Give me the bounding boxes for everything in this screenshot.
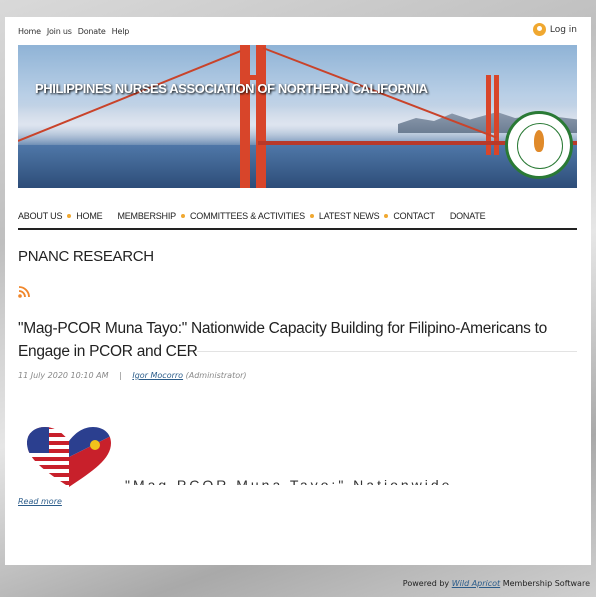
main-navigation: ABOUT US HOME MEMBERSHIP COMMITTEES & AC… — [18, 203, 577, 229]
seal-flame-icon — [534, 130, 544, 152]
top-link-join[interactable]: Join us — [47, 27, 72, 36]
page-title: PNANC RESEARCH — [18, 248, 154, 265]
nav-membership[interactable]: MEMBERSHIP — [117, 211, 176, 221]
association-seal-logo — [505, 111, 573, 179]
page-container: Home Join us Donate Help Log in PHILIPPI… — [5, 17, 591, 565]
nav-divider — [18, 228, 577, 230]
flag-heart-image — [27, 427, 111, 487]
meta-separator: | — [119, 371, 122, 380]
bridge-tower-crossbar — [240, 75, 266, 80]
nav-separator-dot — [67, 214, 72, 218]
nav-donate[interactable]: DONATE — [450, 211, 486, 221]
post-date: 11 July 2020 10:10 AM — [18, 371, 109, 380]
nav-home[interactable]: HOME — [76, 211, 102, 221]
bridge-tower-left-b — [256, 45, 266, 188]
top-link-donate[interactable]: Donate — [78, 27, 106, 36]
nav-separator-dot — [180, 214, 185, 218]
post-title-link[interactable]: "Mag-PCOR Muna Tayo:" Nationwide Capacit… — [18, 317, 578, 363]
bridge-tower-left — [240, 45, 250, 188]
top-utility-nav: Home Join us Donate Help — [18, 27, 129, 36]
post-author-link[interactable]: Igor Mocorro — [132, 371, 183, 380]
rss-feed-icon[interactable] — [18, 285, 31, 298]
nav-about-us[interactable]: ABOUT US — [18, 211, 62, 221]
top-link-help[interactable]: Help — [112, 27, 130, 36]
read-more-link[interactable]: Read more — [18, 497, 62, 506]
user-icon — [532, 23, 546, 36]
post-meta: 11 July 2020 10:10 AM | Igor Mocorro (Ad… — [18, 371, 247, 380]
nav-committees-activities[interactable]: COMMITTEES & ACTIVITIES — [190, 211, 305, 221]
nav-separator-dot — [309, 214, 314, 218]
banner-title: PHILIPPINES NURSES ASSOCIATION OF NORTHE… — [35, 81, 428, 96]
post-excerpt-text: "Mag-PCOR Muna Tayo:" Nationwide — [125, 477, 453, 493]
post-author-role: (Administrator) — [185, 371, 247, 380]
footer: Powered by Wild Apricot Membership Softw… — [403, 579, 590, 588]
footer-suffix: Membership Software — [502, 579, 590, 588]
title-divider — [197, 351, 577, 352]
top-link-home[interactable]: Home — [18, 27, 41, 36]
footer-prefix: Powered by — [402, 579, 450, 588]
footer-brand-link[interactable]: Wild Apricot — [452, 579, 500, 588]
header-banner: PHILIPPINES NURSES ASSOCIATION OF NORTHE… — [18, 45, 577, 188]
nav-latest-news[interactable]: LATEST NEWS — [319, 211, 380, 221]
login-button[interactable]: Log in — [532, 23, 577, 36]
nav-contact[interactable]: CONTACT — [393, 211, 435, 221]
login-label: Log in — [549, 24, 577, 35]
nav-separator-dot — [384, 214, 389, 218]
